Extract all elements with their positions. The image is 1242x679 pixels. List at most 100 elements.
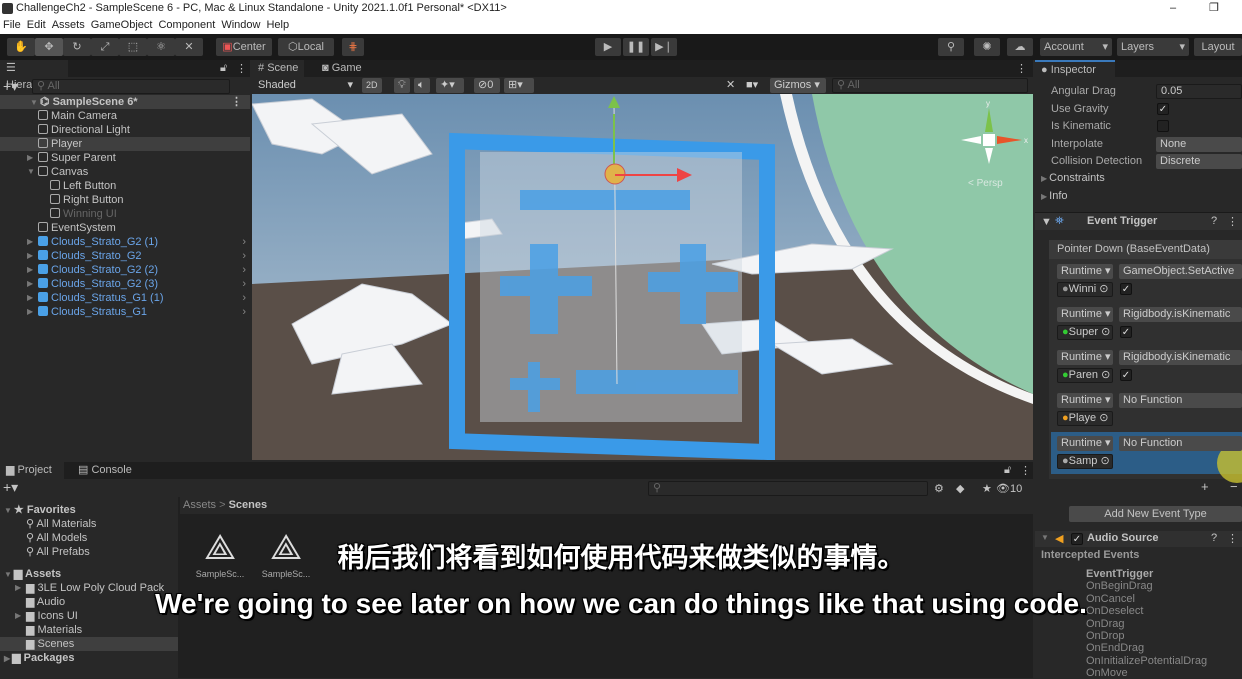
shading-dropdown[interactable]: Shaded ▾ xyxy=(254,78,356,93)
runtime-dropdown[interactable]: Runtime ▾ xyxy=(1057,393,1113,408)
lighting-icon[interactable]: 💡︎ xyxy=(394,78,410,93)
hierarchy-item[interactable]: EventSystem xyxy=(0,221,250,235)
hierarchy-item[interactable]: ▶ Clouds_Strato_G2 (2) › xyxy=(0,263,250,277)
menu-file[interactable]: File xyxy=(3,19,21,31)
scene-viewport[interactable]: y x < Persp xyxy=(252,94,1033,460)
hierarchy-item[interactable]: Directional Light xyxy=(0,123,250,137)
hierarchy-item[interactable]: Right Button xyxy=(0,193,250,207)
effects-icon[interactable]: ✦▾ xyxy=(436,78,464,93)
asset-folder[interactable]: ▆ Materials xyxy=(0,623,178,637)
audio-icon[interactable]: 🔈︎ xyxy=(414,78,430,93)
hierarchy-item[interactable]: Left Button xyxy=(0,179,250,193)
constraints-foldout[interactable]: ▶ Constraints xyxy=(1041,171,1105,185)
function-dropdown[interactable]: Rigidbody.isKinematic xyxy=(1119,307,1242,322)
value-checkbox[interactable]: ✓ xyxy=(1120,369,1132,381)
menu-assets[interactable]: Assets xyxy=(52,19,85,31)
breadcrumb-scenes[interactable]: Scenes xyxy=(229,499,268,511)
runtime-dropdown[interactable]: Runtime ▾ xyxy=(1057,307,1113,322)
minimize-button[interactable]: – xyxy=(1170,0,1176,17)
remove-entry-button[interactable]: − xyxy=(1230,479,1238,494)
project-search-input[interactable]: ⚲ xyxy=(648,481,928,496)
menu-window[interactable]: Window xyxy=(221,19,260,31)
prop-checkbox[interactable] xyxy=(1157,120,1169,132)
lock-icon[interactable]: 🔓︎ xyxy=(1004,464,1011,477)
search-icon[interactable]: ⚲ xyxy=(938,38,964,56)
grid-icon[interactable]: ⊞▾ xyxy=(504,78,534,93)
favorite-icon[interactable]: ★ xyxy=(982,482,992,495)
collab-icon[interactable]: ✺ xyxy=(974,38,1000,56)
menu-gameobject[interactable]: GameObject xyxy=(91,19,153,31)
info-foldout[interactable]: ▶ Info xyxy=(1041,189,1068,203)
add-button[interactable]: +▾ xyxy=(3,78,18,94)
play-button[interactable]: ▶ xyxy=(595,38,621,56)
prop-checkbox[interactable]: ✓ xyxy=(1157,102,1169,115)
more-icon[interactable]: ⋮ xyxy=(1016,62,1027,75)
gizmos-dropdown[interactable]: Gizmos ▾ xyxy=(770,78,826,93)
tab-hierarchy[interactable]: ☰ Hierarchy xyxy=(0,60,68,91)
hierarchy-item[interactable]: Player xyxy=(0,137,250,151)
favorite-search[interactable]: ⚲ All Materials xyxy=(26,517,96,531)
hierarchy-item[interactable]: ▶ Clouds_Stratus_G1 › xyxy=(0,305,250,319)
value-checkbox[interactable]: ✓ xyxy=(1120,326,1132,338)
hierarchy-item[interactable]: Winning UI xyxy=(0,207,250,221)
account-dropdown[interactable]: Account ▾ xyxy=(1040,38,1112,56)
hidden-packages-toggle[interactable]: 👁︎10 xyxy=(996,482,1022,495)
scene-root[interactable]: ▼ ⌬ SampleScene 6* ⋮ xyxy=(0,95,250,109)
runtime-dropdown[interactable]: Runtime ▾ xyxy=(1057,264,1113,279)
camera-icon[interactable]: ■▾ xyxy=(742,78,766,93)
tab-scene[interactable]: # Scene xyxy=(252,60,305,77)
target-object-field[interactable]: ●Playe ⊙ xyxy=(1057,411,1113,426)
filter-label-icon[interactable]: ◆ xyxy=(956,482,964,495)
hierarchy-item[interactable]: Main Camera xyxy=(0,109,250,123)
scale-tool-icon[interactable]: ⤢ xyxy=(91,38,119,56)
hierarchy-item[interactable]: ▶ Clouds_Strato_G2 › xyxy=(0,249,250,263)
pause-button[interactable]: ❚❚ xyxy=(623,38,649,56)
pivot-center-button[interactable]: ▣Center xyxy=(216,38,272,56)
hierarchy-item[interactable]: ▶ Clouds_Strato_G2 (1) › xyxy=(0,235,250,249)
target-object-field[interactable]: ●Super ⊙ xyxy=(1057,325,1113,340)
runtime-dropdown[interactable]: Runtime ▾ xyxy=(1057,436,1113,451)
target-object-field[interactable]: ●Winni ⊙ xyxy=(1057,282,1113,297)
function-dropdown[interactable]: No Function xyxy=(1119,436,1242,451)
menu-edit[interactable]: Edit xyxy=(27,19,46,31)
runtime-dropdown[interactable]: Runtime ▾ xyxy=(1057,350,1113,365)
prop-value[interactable]: Discrete xyxy=(1156,154,1242,169)
layout-dropdown[interactable]: Layout xyxy=(1194,38,1242,56)
hidden-objects-toggle[interactable]: ⊘0 xyxy=(474,78,500,93)
more-icon[interactable]: ⋮ xyxy=(1020,464,1031,477)
target-object-field[interactable]: ●Paren ⊙ xyxy=(1057,368,1113,383)
more-icon[interactable]: ⋮ xyxy=(236,62,247,75)
move-tool-icon[interactable]: ✥ xyxy=(35,38,63,56)
lock-icon[interactable]: 🔓︎ xyxy=(220,62,227,75)
rotate-tool-icon[interactable]: ↻ xyxy=(63,38,91,56)
hierarchy-item[interactable]: ▶ Clouds_Strato_G2 (3) › xyxy=(0,277,250,291)
function-dropdown[interactable]: Rigidbody.isKinematic xyxy=(1119,350,1242,365)
hierarchy-search-input[interactable]: ⚲ All xyxy=(32,79,230,94)
tab-inspector[interactable]: ● Inspector xyxy=(1035,60,1115,77)
asset-folder[interactable]: ▆ Scenes xyxy=(0,637,178,651)
hierarchy-item[interactable]: ▶ Clouds_Stratus_G1 (1) › xyxy=(0,291,250,305)
value-checkbox[interactable]: ✓ xyxy=(1120,283,1132,295)
pivot-local-button[interactable]: ⬡Local xyxy=(278,38,334,56)
favorites-folder[interactable]: ▼ ★ Favorites xyxy=(4,503,76,517)
tab-console[interactable]: ▤ Console xyxy=(72,462,138,479)
tools-icon[interactable]: ✕ xyxy=(722,78,738,93)
target-object-field[interactable]: ●Samp ⊙ xyxy=(1057,454,1113,469)
tab-project[interactable]: ▆ Project xyxy=(0,462,64,479)
menu-component[interactable]: Component xyxy=(158,19,215,31)
prop-value[interactable]: None xyxy=(1156,136,1242,152)
filter-type-icon[interactable]: ⚙ xyxy=(934,482,944,495)
prop-value[interactable]: 0.05 xyxy=(1156,84,1242,99)
hierarchy-item[interactable]: ▶ Super Parent xyxy=(0,151,250,165)
create-button[interactable]: +▾ xyxy=(3,479,18,496)
snap-icon[interactable]: ⋕ xyxy=(342,38,364,56)
hierarchy-item[interactable]: ▼ Canvas xyxy=(0,165,250,179)
packages-folder[interactable]: ▶ ▆ Packages xyxy=(4,651,74,665)
settings-icon[interactable]: ⋮ xyxy=(1227,215,1238,228)
cloud-icon[interactable]: ☁ xyxy=(1007,38,1033,56)
function-dropdown[interactable]: No Function xyxy=(1119,393,1242,408)
event-trigger-header[interactable]: ▼ ⛯ Event Trigger ? ⋮ xyxy=(1035,212,1242,230)
layers-dropdown[interactable]: Layers ▾ xyxy=(1117,38,1189,56)
menu-help[interactable]: Help xyxy=(266,19,289,31)
add-entry-button[interactable]: + xyxy=(1201,479,1209,494)
